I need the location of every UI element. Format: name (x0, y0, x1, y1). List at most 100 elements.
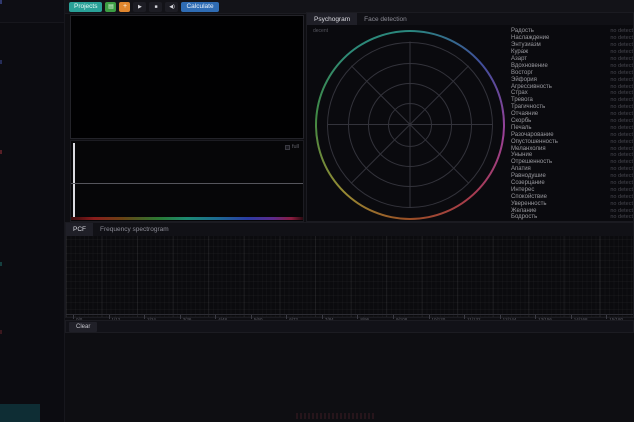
emotion-row: Наслаждение no detect (511, 35, 633, 42)
axis-tick (606, 315, 607, 319)
emotion-name: Азарт (511, 56, 527, 62)
emotion-value: no detect (610, 132, 633, 138)
emotion-row: Опустошенность no detect (511, 138, 633, 145)
emotion-value: no detect (610, 84, 633, 90)
emotion-name: Уверенность (511, 201, 546, 207)
projects-button[interactable]: Projects (69, 2, 102, 12)
axis-tick (429, 315, 430, 319)
volume-icon[interactable]: ◀) (165, 2, 178, 12)
checkbox-icon[interactable] (285, 145, 290, 150)
full-checkbox-label: full (292, 144, 299, 150)
emotion-name: Отчаяние (511, 111, 538, 117)
tab-face-detection[interactable]: Face detection (357, 13, 414, 25)
emotion-row: Отрешенность no detect (511, 159, 633, 166)
sidebar-bottom-block (0, 404, 40, 422)
tab-pcf[interactable]: PCF (66, 223, 93, 236)
emotion-value: no detect (610, 77, 633, 83)
emotion-name: Восторг (511, 70, 533, 76)
emotion-name: Спокойствие (511, 194, 547, 200)
emotion-value: no detect (610, 166, 633, 172)
psychogram-polar-chart (315, 30, 505, 220)
emotion-name: Энтузиазм (511, 42, 541, 48)
axis-tick (251, 315, 252, 319)
emotion-value: no detect (610, 35, 633, 41)
play-button[interactable]: ▶ (133, 2, 146, 12)
emotion-row: Разочарование no detect (511, 131, 633, 138)
emotion-name: Радость (511, 28, 534, 34)
emotion-value: no detect (610, 125, 633, 131)
playhead-cursor[interactable] (73, 143, 75, 217)
emotion-value: no detect (610, 49, 633, 55)
emotion-name: Апатия (511, 166, 531, 172)
emotion-row: Восторг no detect (511, 69, 633, 76)
spectrogram-plot[interactable]: 0/0 1/12 2/24 3/36 (66, 236, 633, 317)
emotion-name: Эйфория (511, 77, 537, 83)
emotion-name: Равнодушие (511, 173, 546, 179)
axis-tick (571, 315, 572, 319)
emotion-row: Энтузиазм no detect (511, 42, 633, 49)
bottom-tab-bar: PCF Frequency spectrogram (66, 223, 633, 236)
emotion-value: no detect (610, 104, 633, 110)
emotion-name: Агрессивность (511, 84, 552, 90)
emotion-row: Радость no detect (511, 28, 633, 35)
sidebar (0, 0, 65, 422)
axis-tick (215, 315, 216, 319)
waveform-panel[interactable]: full (70, 140, 304, 222)
axis-tick (357, 315, 358, 319)
clear-bar: Clear (65, 320, 634, 333)
emotion-row: Страх no detect (511, 90, 633, 97)
emotion-value: no detect (610, 90, 633, 96)
time-axis (66, 314, 633, 315)
stop-button[interactable]: ■ (149, 2, 162, 12)
clear-button[interactable]: Clear (69, 322, 97, 332)
tab-frequency-spectrogram[interactable]: Frequency spectrogram (93, 223, 176, 236)
emotion-name: Скорбь (511, 118, 531, 124)
emotion-name: Наслаждение (511, 35, 549, 41)
sidebar-edge-noise (0, 0, 2, 4)
emotion-name: Разочарование (511, 132, 554, 138)
emotion-name: Желание (511, 208, 536, 214)
folder-icon[interactable]: ▤ (105, 2, 116, 12)
emotion-row: Трагичность no detect (511, 104, 633, 111)
axis-tick (500, 315, 501, 319)
emotion-row: Спокойствие no detect (511, 193, 633, 200)
tab-psychogram[interactable]: Psychogram (307, 13, 357, 25)
video-preview (70, 15, 304, 139)
emotion-row: Желание no detect (511, 207, 633, 214)
emotion-name: Вдохновение (511, 63, 548, 69)
emotion-row: Интерес no detect (511, 186, 633, 193)
emotion-name: Опустошенность (511, 139, 558, 145)
emotion-value: no detect (610, 173, 633, 179)
emotion-row: Азарт no detect (511, 56, 633, 63)
emotion-name: Уныние (511, 152, 532, 158)
emotion-list: Радость no detect Наслаждение no detect … (511, 28, 633, 221)
emotion-value: no detect (610, 28, 633, 34)
axis-tick (180, 315, 181, 319)
emotion-value: no detect (610, 42, 633, 48)
emotion-value: no detect (610, 146, 633, 152)
emotion-row: Печаль no detect (511, 124, 633, 131)
emotion-row: Бодрость no detect (511, 214, 633, 221)
emotion-value: no detect (610, 139, 633, 145)
full-checkbox[interactable]: full (285, 144, 299, 150)
emotion-name: Созерцание (511, 180, 545, 186)
sidebar-header (0, 0, 64, 23)
waveform-centerline (71, 183, 303, 184)
emotion-name: Трагичность (511, 104, 545, 110)
emotion-name: Печаль (511, 125, 532, 131)
add-icon[interactable]: + (119, 2, 130, 12)
emotion-value: no detect (610, 159, 633, 165)
axis-tick (535, 315, 536, 319)
emotion-row: Меланхолия no detect (511, 145, 633, 152)
emotion-value: no detect (610, 56, 633, 62)
emotion-row: Кураж no detect (511, 49, 633, 56)
psychogram-panel: Psychogram Face detection decent Радость… (306, 12, 634, 222)
emotion-value: no detect (610, 187, 633, 193)
watermark (296, 413, 374, 419)
emotion-row: Равнодушие no detect (511, 173, 633, 180)
emotion-row: Уверенность no detect (511, 200, 633, 207)
axis-tick (144, 315, 145, 319)
app-window: Projects ▤ + ▶ ■ ◀) Calculate full Psych… (0, 0, 634, 422)
calculate-button[interactable]: Calculate (181, 2, 218, 12)
axis-tick (109, 315, 110, 319)
